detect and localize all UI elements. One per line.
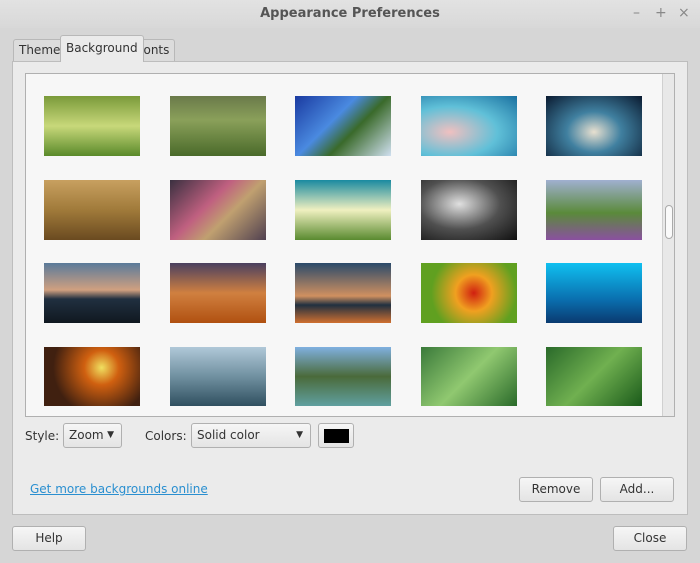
color-swatch xyxy=(324,429,349,443)
scrollbar[interactable] xyxy=(662,74,674,416)
title-bar: Appearance Preferences xyxy=(0,0,700,28)
wallpaper-thumbnail[interactable] xyxy=(421,347,517,406)
help-button[interactable]: Help xyxy=(12,526,86,551)
tab-theme[interactable]: Theme xyxy=(13,39,67,61)
close-window-button[interactable]: × xyxy=(678,0,690,26)
wallpaper-thumbnail[interactable] xyxy=(295,263,391,323)
colors-dropdown[interactable]: Solid color ▼ xyxy=(191,423,311,448)
wallpaper-thumbnail[interactable] xyxy=(295,96,391,156)
wallpaper-thumbnail[interactable] xyxy=(170,263,266,323)
wallpaper-thumbnail[interactable] xyxy=(170,347,266,406)
wallpaper-thumbnail[interactable] xyxy=(170,96,266,156)
color-picker-button[interactable] xyxy=(318,423,354,448)
wallpaper-thumbnail[interactable] xyxy=(44,180,140,240)
chevron-down-icon: ▼ xyxy=(296,430,303,440)
maximize-button[interactable]: + xyxy=(655,0,667,26)
wallpaper-thumbnail[interactable] xyxy=(44,263,140,323)
wallpaper-thumbnail[interactable] xyxy=(44,96,140,156)
tab-background[interactable]: Background xyxy=(60,35,144,62)
wallpaper-thumbnail[interactable] xyxy=(295,347,391,406)
style-value: Zoom xyxy=(69,428,104,442)
wallpaper-thumbnail[interactable] xyxy=(546,96,642,156)
wallpaper-thumbnail[interactable] xyxy=(421,96,517,156)
colors-label: Colors: xyxy=(145,429,187,443)
wallpaper-thumbnail[interactable] xyxy=(546,347,642,406)
style-dropdown[interactable]: Zoom ▼ xyxy=(63,423,122,448)
chevron-down-icon: ▼ xyxy=(107,430,114,440)
close-button[interactable]: Close xyxy=(613,526,687,551)
add-button[interactable]: Add... xyxy=(600,477,674,502)
style-label: Style: xyxy=(25,429,60,443)
wallpaper-thumbnail[interactable] xyxy=(546,263,642,323)
wallpaper-thumbnail[interactable] xyxy=(421,180,517,240)
window-title: Appearance Preferences xyxy=(260,6,440,21)
wallpaper-thumbnail[interactable] xyxy=(421,263,517,323)
wallpaper-thumbnail[interactable] xyxy=(546,180,642,240)
colors-value: Solid color xyxy=(197,428,260,442)
get-more-backgrounds-link[interactable]: Get more backgrounds online xyxy=(30,482,208,496)
scrollbar-thumb[interactable] xyxy=(665,205,673,239)
minimize-button[interactable]: – xyxy=(633,0,640,26)
wallpaper-thumbnail[interactable] xyxy=(44,347,140,406)
wallpaper-thumbnail[interactable] xyxy=(295,180,391,240)
remove-button[interactable]: Remove xyxy=(519,477,593,502)
wallpaper-thumbnail[interactable] xyxy=(170,180,266,240)
